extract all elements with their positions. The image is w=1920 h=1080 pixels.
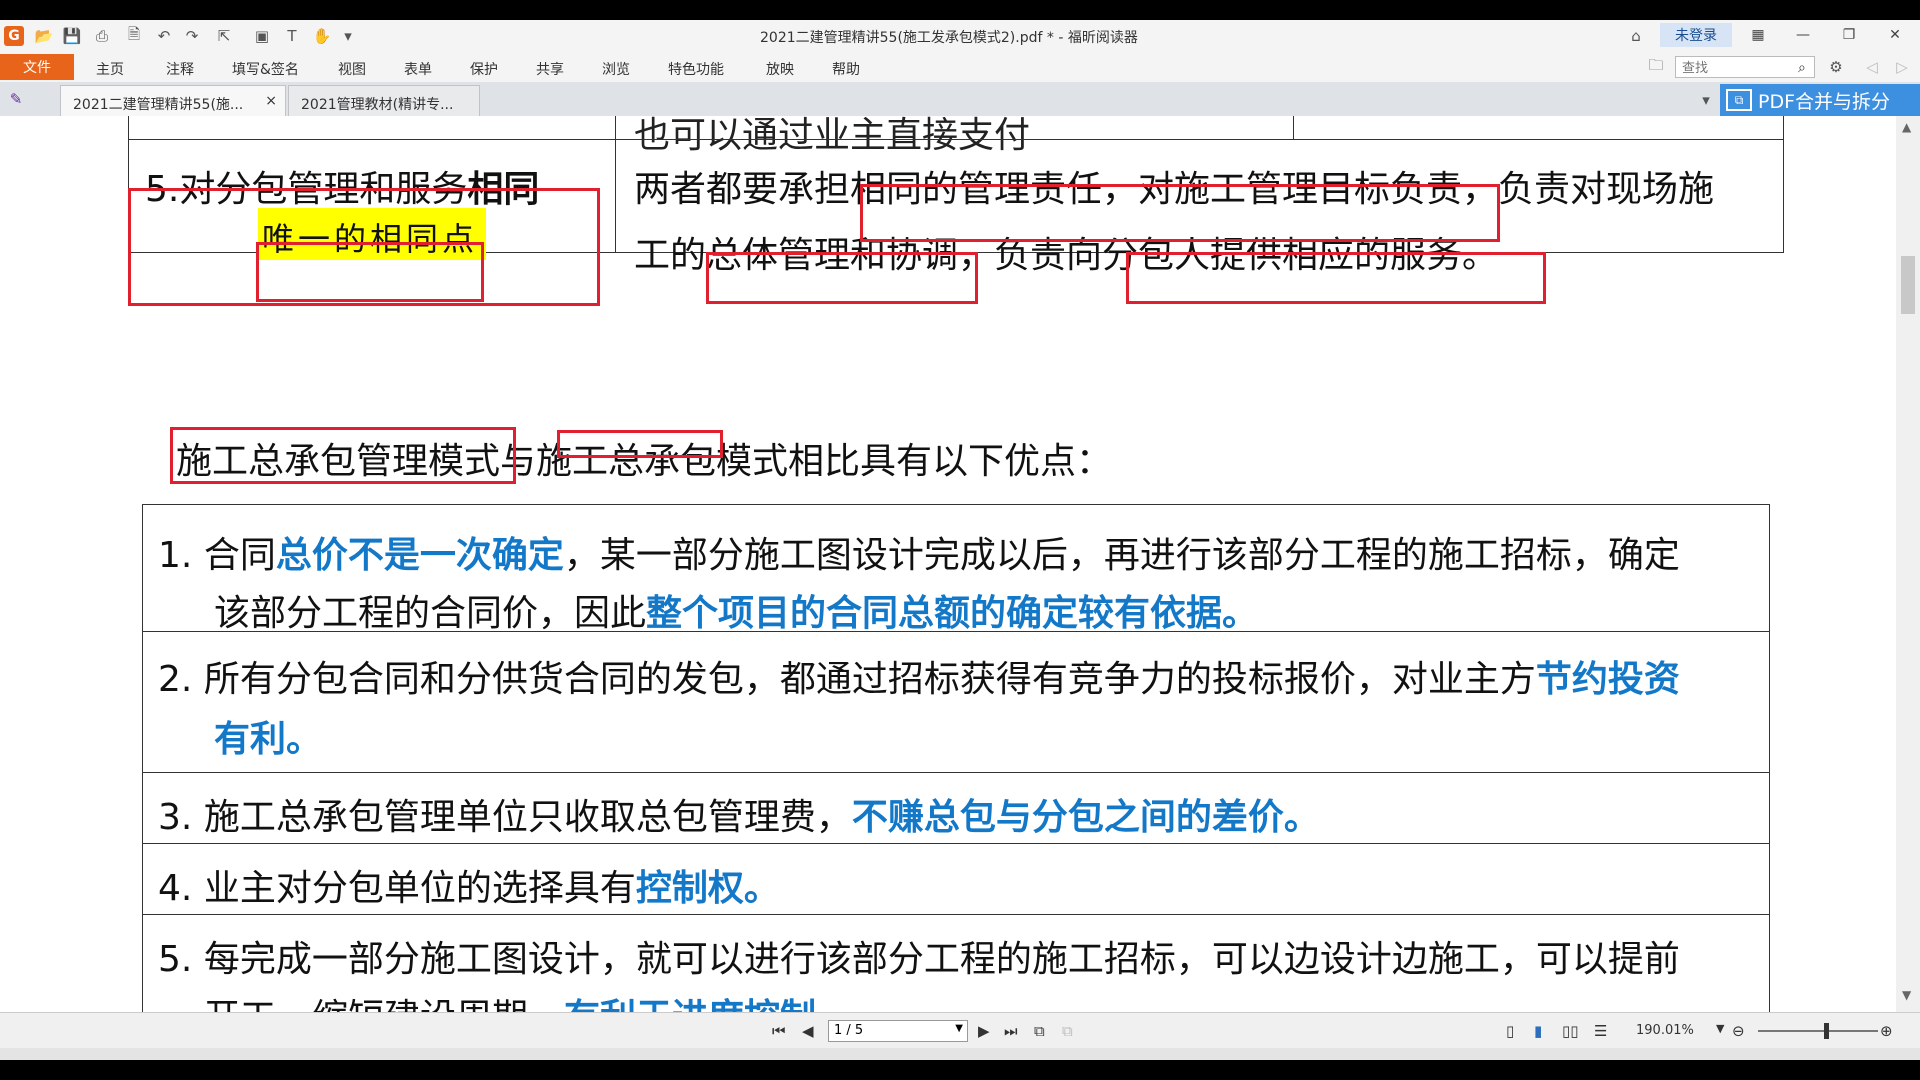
tab-label: 2021管理教材(精讲专... — [301, 97, 454, 113]
vertical-scrollbar[interactable]: ▲ ▼ — [1896, 116, 1920, 1012]
single-page-icon[interactable]: ▯ — [1506, 1022, 1514, 1040]
red-annotation-box[interactable] — [860, 184, 1500, 242]
page-dropdown-icon[interactable]: ▼ — [955, 1023, 963, 1034]
item3-line1: 3. 施工总承包管理单位只收取总包管理费，不赚总包与分包之间的差价。 — [158, 797, 1320, 838]
menu-home[interactable]: 主页 — [96, 59, 124, 79]
red-annotation-box[interactable] — [557, 430, 723, 458]
zoom-out-icon[interactable]: ⊖ — [1732, 1022, 1745, 1040]
item4-line1: 4. 业主对分包单位的选择具有控制权。 — [158, 868, 780, 909]
zoom-level[interactable]: 190.01% — [1636, 1023, 1694, 1038]
restore-button[interactable]: ❐ — [1836, 24, 1862, 46]
menu-form[interactable]: 表单 — [404, 59, 432, 79]
merge-icon: ⧉ — [1726, 89, 1752, 111]
zoom-dropdown-icon[interactable]: ▼ — [1716, 1022, 1724, 1035]
settings-gear-icon[interactable]: ⚙ — [1826, 57, 1846, 77]
menu-file[interactable]: 文件 — [0, 54, 74, 80]
open-folder-icon[interactable]: 📂 — [34, 26, 54, 46]
menu-features[interactable]: 特色功能 — [668, 59, 724, 79]
search-input[interactable] — [1675, 56, 1815, 78]
table-cell — [1293, 116, 1784, 140]
search-icon[interactable]: ⌕ — [1798, 60, 1806, 76]
red-annotation-box[interactable] — [1126, 252, 1546, 304]
close-tab-icon[interactable]: × — [265, 93, 277, 109]
select-tool-icon[interactable]: ⇱ — [214, 26, 234, 46]
app-logo-icon[interactable]: G — [4, 26, 24, 46]
minimize-button[interactable]: — — [1790, 24, 1816, 46]
close-window-button[interactable]: ✕ — [1882, 24, 1908, 46]
continuous-facing-icon[interactable]: ☰ — [1594, 1022, 1607, 1040]
tab-document-1[interactable]: 2021二建管理精讲55(施... × — [60, 85, 286, 116]
save-icon[interactable]: 💾 — [62, 26, 82, 46]
tab-label: 2021二建管理精讲55(施... — [73, 97, 244, 113]
status-bar: ⏮ ◀ 1 / 5 ▼ ▶ ⏭ ⧉ ⧉ ▯ ▮ ▯▯ ☰ 190.01% ▼ ⊖… — [0, 1012, 1920, 1049]
previous-page-icon[interactable]: ◀ — [802, 1022, 814, 1040]
red-annotation-box[interactable] — [706, 252, 978, 304]
menu-view[interactable]: 视图 — [338, 59, 366, 79]
zoom-slider[interactable] — [1758, 1030, 1878, 1032]
login-button[interactable]: 未登录 — [1660, 23, 1732, 47]
layout-icon[interactable]: ▦ — [1745, 24, 1771, 46]
snapshot-icon[interactable]: ▣ — [252, 26, 272, 46]
back-icon[interactable]: ◁ — [1862, 57, 1882, 77]
menu-comment[interactable]: 注释 — [166, 59, 194, 79]
menu-fill-sign[interactable]: 填写&签名 — [232, 59, 299, 79]
window-title: 2021二建管理精讲55(施工发承包模式2).pdf * - 福昕阅读器 — [760, 30, 1138, 46]
pdf-merge-label: PDF合并与拆分 — [1758, 90, 1891, 113]
red-annotation-box[interactable] — [256, 242, 484, 302]
redo-icon[interactable]: ↷ — [182, 26, 202, 46]
tab-list-dropdown-icon[interactable]: ▾ — [1696, 90, 1716, 110]
text-tool-icon[interactable]: T — [282, 26, 302, 46]
page-number-label: 1 / 5 — [834, 1023, 864, 1038]
pdf-merge-split-button[interactable]: ⧉ PDF合并与拆分 — [1720, 84, 1920, 116]
item1-line2: 该部分工程的合同价，因此整个项目的合同总额的确定较有依据。 — [214, 593, 1259, 634]
scroll-up-icon[interactable]: ▲ — [1902, 120, 1911, 134]
last-page-icon[interactable]: ⏭ — [1004, 1022, 1018, 1040]
scroll-down-icon[interactable]: ▼ — [1902, 988, 1911, 1002]
undo-icon[interactable]: ↶ — [154, 26, 174, 46]
title-bar: G 📂 💾 ⎙ 🗎 ↶ ↷ ⇱ ▣ T ✋ ▾ 2021二建管理精讲55(施工发… — [0, 20, 1920, 52]
menu-slideshow[interactable]: 放映 — [766, 59, 794, 79]
foxit-reader-window: G 📂 💾 ⎙ 🗎 ↶ ↷ ⇱ ▣ T ✋ ▾ 2021二建管理精讲55(施工发… — [0, 20, 1920, 1060]
print-icon[interactable]: ⎙ — [92, 26, 112, 46]
item2-line1: 2. 所有分包合同和分供货合同的发包，都通过招标获得有竞争力的投标报价，对业主方… — [158, 659, 1680, 700]
new-document-icon[interactable]: 🗎 — [124, 25, 144, 46]
menu-bar: 文件 主页 注释 填写&签名 视图 表单 保护 共享 浏览 特色功能 放映 帮助… — [0, 52, 1920, 82]
zoom-in-icon[interactable]: ⊕ — [1880, 1022, 1893, 1040]
item5-line1: 5. 每完成一部分施工图设计，就可以进行该部分工程的施工招标，可以边设计边施工，… — [158, 939, 1680, 980]
item2-line2: 有利。 — [214, 719, 323, 760]
menu-share[interactable]: 共享 — [536, 59, 564, 79]
previous-view-icon[interactable]: ⧉ — [1034, 1022, 1045, 1040]
tab-bar: ✎ 2021二建管理精讲55(施... × 2021管理教材(精讲专... ▾ … — [0, 82, 1920, 116]
page-number-input[interactable]: 1 / 5 ▼ — [828, 1020, 968, 1042]
next-page-icon[interactable]: ▶ — [978, 1022, 990, 1040]
hand-tool-icon[interactable]: ✋ — [312, 26, 332, 46]
item1-line1: 1. 合同总价不是一次确定，某一部分施工图设计完成以后，再进行该部分工程的施工招… — [158, 535, 1680, 576]
forward-icon[interactable]: ▷ — [1892, 57, 1912, 77]
facing-page-icon[interactable]: ▯▯ — [1562, 1022, 1579, 1040]
menu-browse[interactable]: 浏览 — [602, 59, 630, 79]
tab-document-2[interactable]: 2021管理教材(精讲专... — [288, 85, 480, 116]
folder-search-icon[interactable]: 🗀 — [1646, 56, 1666, 77]
continuous-page-icon[interactable]: ▮ — [1534, 1022, 1542, 1040]
next-view-icon[interactable]: ⧉ — [1062, 1022, 1073, 1040]
menu-protect[interactable]: 保护 — [470, 59, 498, 79]
foxit-edit-icon[interactable]: ✎ — [6, 89, 26, 109]
item5-line2: 开工，缩短建设周期，有利于进度控制。 — [204, 988, 852, 1012]
red-annotation-box[interactable] — [170, 427, 516, 484]
document-page: 也可以通过业主直接支付 5.对分包管理和服务相同 唯一的相同点 两者都要承担相同… — [0, 116, 1896, 1012]
table-cell — [128, 116, 616, 140]
menu-help[interactable]: 帮助 — [832, 59, 860, 79]
first-page-icon[interactable]: ⏮ — [772, 1022, 786, 1040]
customize-toolbar-icon[interactable]: ▾ — [338, 26, 358, 46]
zoom-slider-handle[interactable] — [1824, 1023, 1829, 1039]
share-icon[interactable]: ⌂ — [1626, 26, 1646, 46]
scrollbar-thumb[interactable] — [1901, 256, 1915, 314]
bottom-strip — [0, 1048, 1920, 1060]
